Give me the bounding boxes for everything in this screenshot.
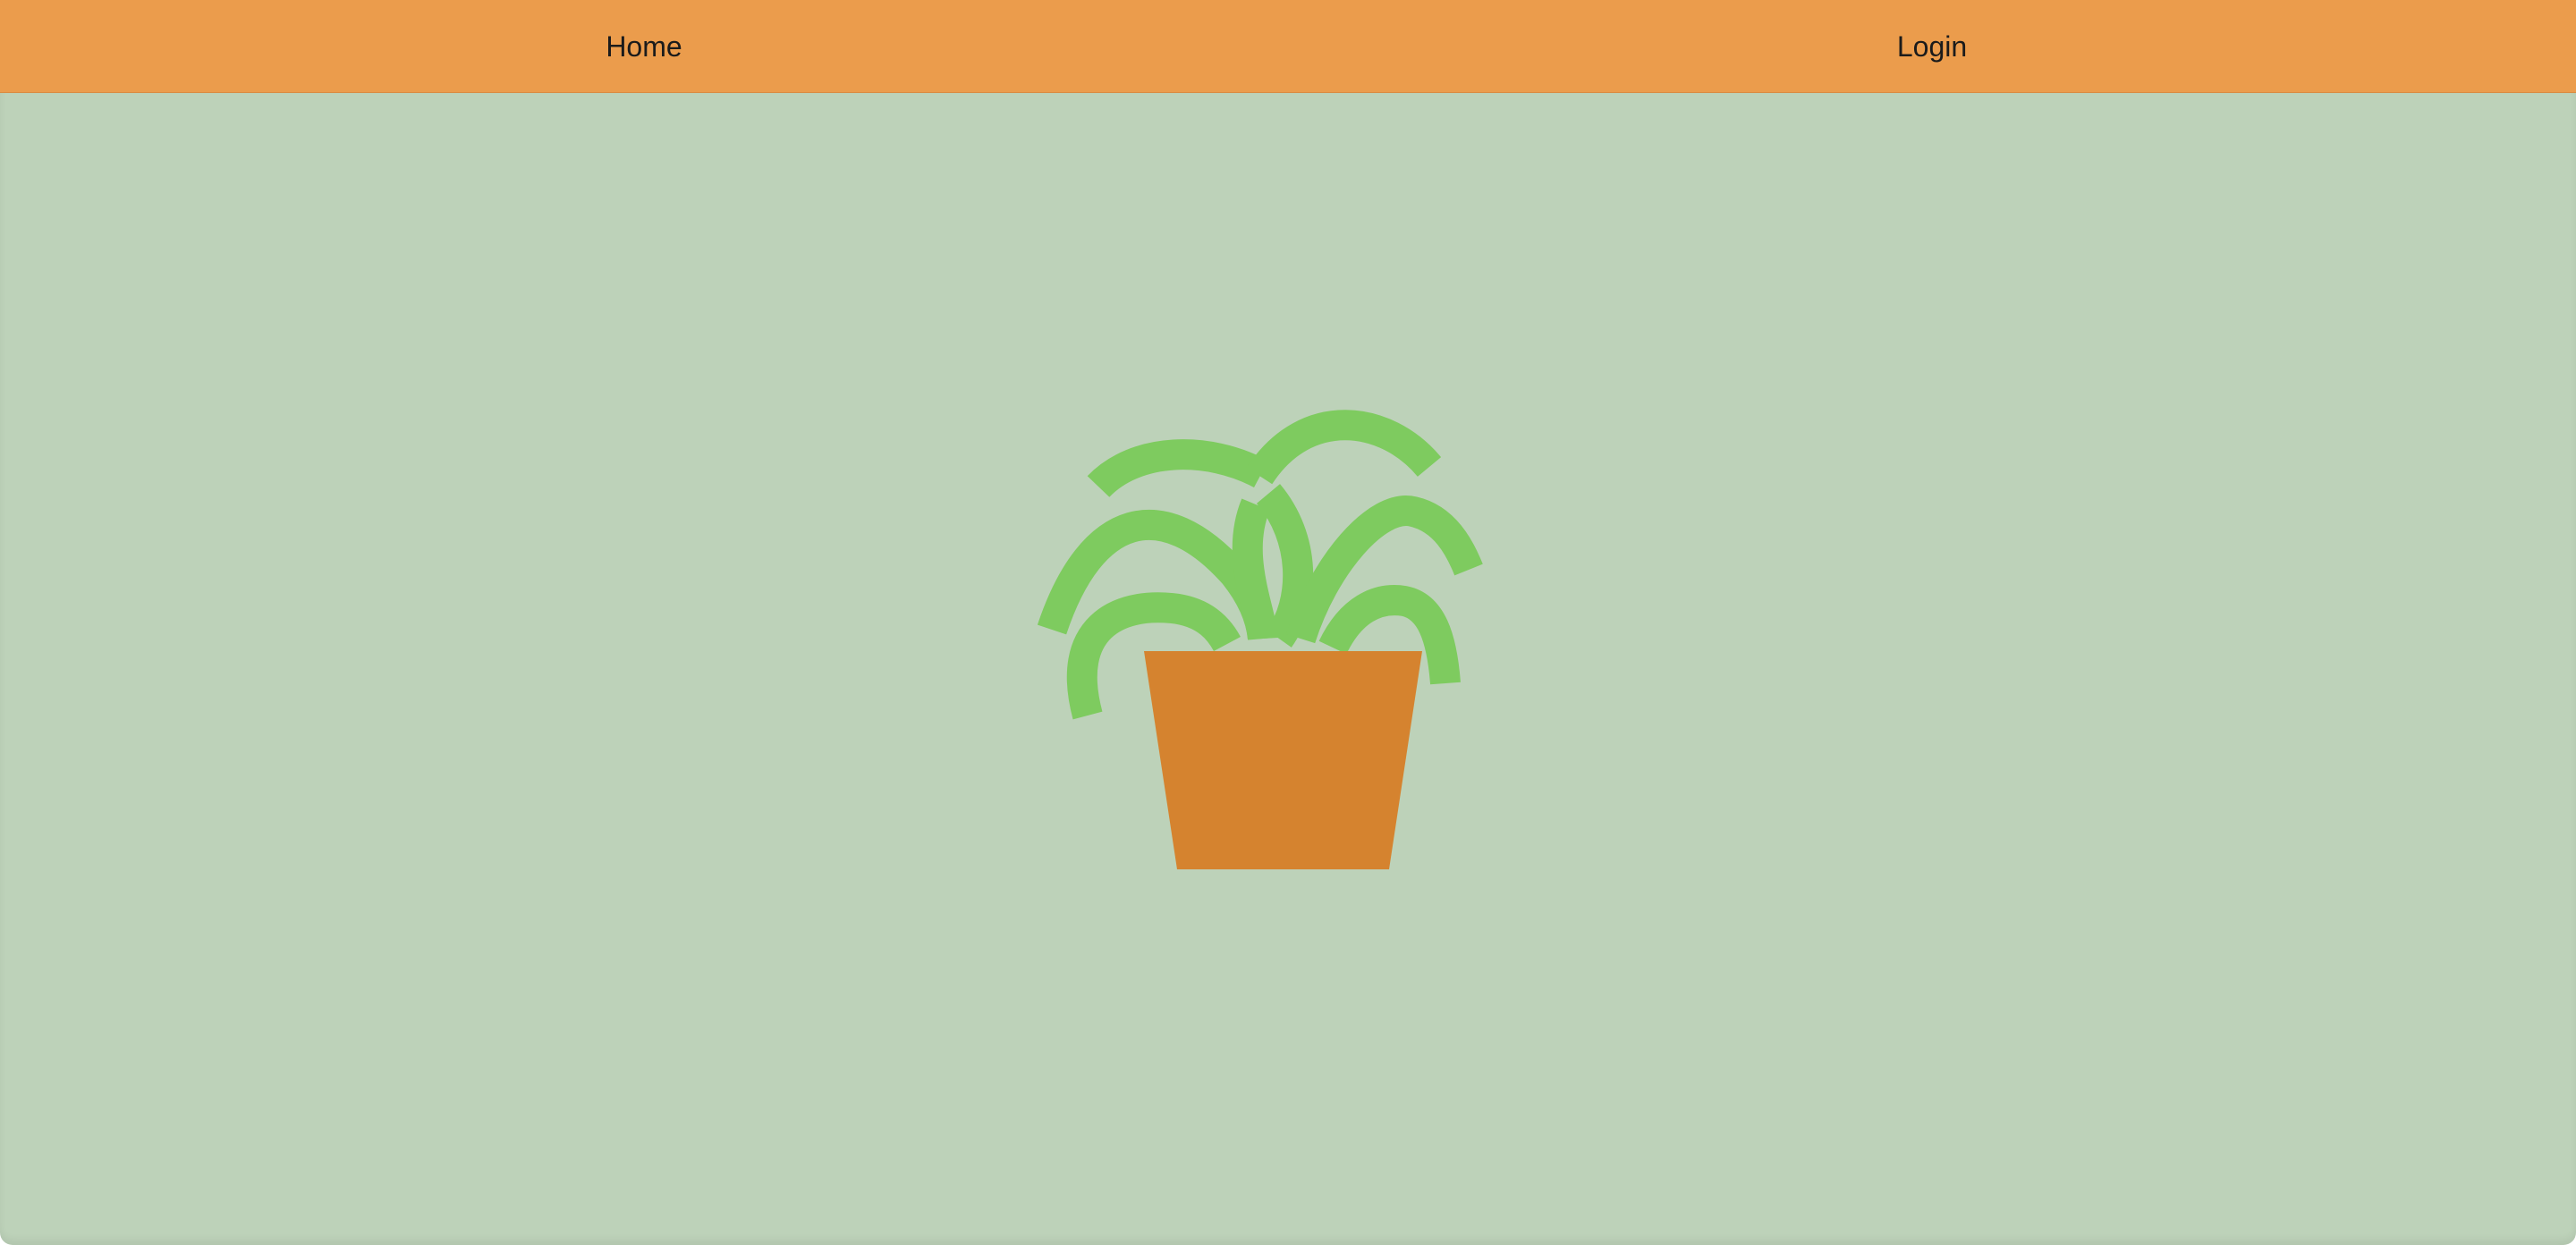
leaf-left-upper [1087, 439, 1268, 498]
potted-plant-icon [1038, 410, 1483, 869]
plant-pot [1144, 651, 1422, 869]
hero-plant-illustration [1038, 404, 1485, 878]
leaf-right-top [1246, 410, 1442, 485]
leaf-center-left [1232, 498, 1278, 640]
app-window: Home Login [0, 0, 2576, 1245]
nav-login-link[interactable]: Login [1897, 0, 1967, 93]
nav-home-link[interactable]: Home [606, 0, 682, 93]
top-navbar: Home Login [0, 0, 2576, 93]
